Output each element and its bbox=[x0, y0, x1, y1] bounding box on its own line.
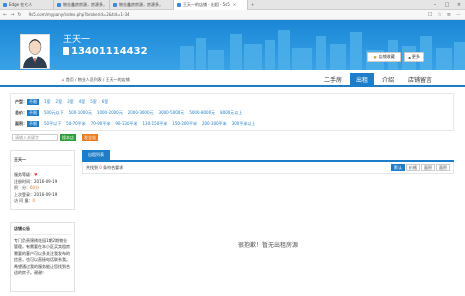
rent-list-tab[interactable]: 出租列表 bbox=[82, 150, 110, 160]
filter-option[interactable]: 1室 bbox=[44, 99, 51, 105]
agent-name: 王天一 bbox=[63, 35, 91, 45]
filter-option[interactable]: 8000元以上 bbox=[220, 110, 242, 116]
shop-notice-panel: 店铺公告 专门负责锦绣花园1期2期物业管理。有需要在本小区买卖租房需要的客户可以… bbox=[10, 222, 75, 292]
sort-area-button[interactable]: 面积 bbox=[421, 164, 435, 171]
shop-banner bbox=[0, 20, 465, 70]
agent-phone: 13401114432 bbox=[63, 46, 148, 57]
back-icon[interactable]: ← bbox=[3, 12, 7, 18]
breadcrumb-row: ⌂ 首页 / 物业人员列表 / 王天一的店铺 二手房 出租 介绍 店铺留言 bbox=[0, 71, 465, 87]
collect-shop-button[interactable]: ♥ 店铺收藏 bbox=[367, 52, 401, 62]
filter-option[interactable]: 150-200平米 bbox=[172, 121, 197, 127]
minimize-icon[interactable]: – bbox=[429, 0, 441, 10]
sort-price-button[interactable]: 价格 bbox=[406, 164, 420, 171]
empty-message: 很抱歉！暂无出租房源 bbox=[237, 242, 298, 249]
filter-row-type: 户型： 不限 1室 2室 3室 4室 5室 6室 bbox=[15, 96, 449, 107]
notice-title: 店铺公告 bbox=[14, 226, 71, 235]
filter-option[interactable]: 90-130平米 bbox=[115, 121, 137, 127]
filter-option[interactable]: 不限 bbox=[27, 120, 39, 127]
city-skyline-graphic bbox=[180, 30, 465, 70]
breadcrumb: ⌂ 首页 / 物业人员列表 / 王天一的店铺 bbox=[62, 77, 130, 82]
filter-option[interactable]: 3室 bbox=[67, 99, 74, 105]
filter-option[interactable]: 不限 bbox=[27, 98, 39, 105]
filter-option[interactable]: 4室 bbox=[79, 99, 86, 105]
filter-row-area: 面积： 不限 50平以下 50-70平米 70-90平米 90-130平米 13… bbox=[15, 118, 449, 129]
page-icon bbox=[177, 2, 181, 7]
home-icon: ⌂ bbox=[62, 77, 65, 82]
heart-icon: ♥ bbox=[373, 54, 377, 60]
more-icon: ▪ bbox=[408, 54, 411, 60]
tab-second-hand[interactable]: 二手房 bbox=[318, 73, 348, 85]
filter-option[interactable]: 6室 bbox=[102, 99, 109, 105]
browser-tab[interactable]: 物业鑫房房源，房源多， bbox=[110, 0, 174, 10]
refresh-icon[interactable]: ↻ bbox=[17, 12, 21, 18]
close-window-icon[interactable]: × bbox=[453, 0, 465, 10]
agent-info-name: 王天一 bbox=[14, 157, 71, 166]
page-icon bbox=[57, 2, 61, 7]
filter-option[interactable]: 3000-5000元 bbox=[159, 110, 185, 116]
heart-rating-icon: ♥ bbox=[34, 172, 38, 177]
search-site-button[interactable]: 发全站 bbox=[82, 134, 98, 141]
result-count-bar: 共找到 0 条符合要求 默认 价格 面积 面积 bbox=[82, 162, 454, 174]
keyword-search-input[interactable]: 请输入关键字 bbox=[12, 134, 58, 141]
listing-area: 出租列表 共找到 0 条符合要求 默认 价格 面积 面积 bbox=[82, 150, 454, 174]
filter-option[interactable]: 130-150平米 bbox=[143, 121, 168, 127]
url-input[interactable]: 9s5.com/mypany/index.php?brokerid=2&tid=… bbox=[29, 12, 130, 17]
new-tab-button[interactable]: + bbox=[248, 0, 257, 10]
points: 积 分：60分 bbox=[14, 185, 40, 191]
maximize-icon[interactable]: □ bbox=[441, 0, 453, 10]
page-icon bbox=[113, 2, 117, 7]
tab-messages[interactable]: 店铺留言 bbox=[402, 73, 438, 85]
search-row: 请输入关键字 搜本店 发全站 bbox=[12, 134, 98, 141]
filter-option[interactable]: 300平米以上 bbox=[232, 121, 256, 127]
filter-option[interactable]: 70-90平米 bbox=[91, 121, 111, 127]
filter-option[interactable]: 500-1000元 bbox=[69, 110, 92, 116]
filter-option[interactable]: 1000-2000元 bbox=[97, 110, 123, 116]
sort-default-button[interactable]: 默认 bbox=[391, 164, 405, 171]
browser-tab[interactable]: Edge 在七人 bbox=[0, 0, 54, 10]
forward-icon[interactable]: → bbox=[10, 12, 14, 18]
more-button[interactable]: ▪ 更多 bbox=[404, 52, 424, 62]
browser-tab-active[interactable]: 王天一的店铺 · 出租 · 5s5 × bbox=[174, 0, 248, 10]
agent-avatar bbox=[20, 34, 50, 69]
person-avatar-icon bbox=[23, 39, 47, 68]
phone-icon bbox=[63, 47, 69, 55]
sort-options: 默认 价格 面积 面积 bbox=[391, 164, 450, 171]
agent-info-panel: 王天一 服务等级：♥ 注册时间：2016-09-19 积 分：60分 上次登录：… bbox=[10, 150, 75, 210]
service-level: 服务等级：♥ bbox=[14, 172, 38, 177]
agent-phone-number: 13401114432 bbox=[71, 46, 148, 57]
filter-option[interactable]: 5000-8000元 bbox=[189, 110, 215, 116]
browser-tab-bar: Edge 在七人 物业鑫房房源，房源多， 物业鑫房房源，房源多， 王天一的店铺 … bbox=[0, 0, 465, 10]
filter-option[interactable]: 2000-3000元 bbox=[128, 110, 154, 116]
result-count: 共找到 0 条符合要求 bbox=[86, 164, 124, 170]
filter-option[interactable]: 不限 bbox=[27, 109, 39, 116]
filter-option[interactable]: 500元以下 bbox=[44, 110, 64, 116]
address-bar: ← → ↻ 9s5.com/mypany/index.php?brokerid=… bbox=[0, 10, 465, 20]
tab-intro[interactable]: 介绍 bbox=[376, 73, 400, 85]
filter-panel: 户型： 不限 1室 2室 3室 4室 5室 6室 总价： 不限 500元以下 5… bbox=[10, 93, 454, 131]
filter-label: 户型： bbox=[15, 98, 27, 104]
sort-area-desc-button[interactable]: 面积 bbox=[436, 164, 450, 171]
close-tab-icon[interactable]: × bbox=[233, 2, 236, 7]
filter-option[interactable]: 200-300平米 bbox=[202, 121, 227, 127]
filter-label: 总价： bbox=[15, 109, 27, 115]
filter-option[interactable]: 5室 bbox=[90, 99, 97, 105]
hub-icon[interactable]: ≡ bbox=[447, 12, 451, 18]
edge-icon bbox=[3, 2, 7, 7]
share-icon[interactable]: ⋯ bbox=[456, 12, 461, 18]
filter-option[interactable]: 50平以下 bbox=[44, 121, 61, 127]
filter-row-price: 总价： 不限 500元以下 500-1000元 1000-2000元 2000-… bbox=[15, 107, 449, 118]
reading-view-icon[interactable]: ☐ bbox=[428, 12, 432, 18]
visit-count: 访 问 量：0 bbox=[14, 198, 36, 204]
favorite-icon[interactable]: ☆ bbox=[437, 12, 441, 18]
filter-option[interactable]: 50-70平米 bbox=[66, 121, 86, 127]
notice-body: 专门负责锦绣花园1期2期物业管理。有需要在本小区买卖租房需要的客户可以多关注我发… bbox=[14, 238, 70, 276]
filter-option[interactable]: 2室 bbox=[56, 99, 63, 105]
search-shop-button[interactable]: 搜本店 bbox=[60, 134, 76, 141]
filter-label: 面积： bbox=[15, 120, 27, 126]
tab-rent[interactable]: 出租 bbox=[349, 73, 374, 85]
browser-tab[interactable]: 物业鑫房房源，房源多， bbox=[54, 0, 110, 10]
shop-nav-tabs: 二手房 出租 介绍 店铺留言 bbox=[318, 73, 438, 85]
